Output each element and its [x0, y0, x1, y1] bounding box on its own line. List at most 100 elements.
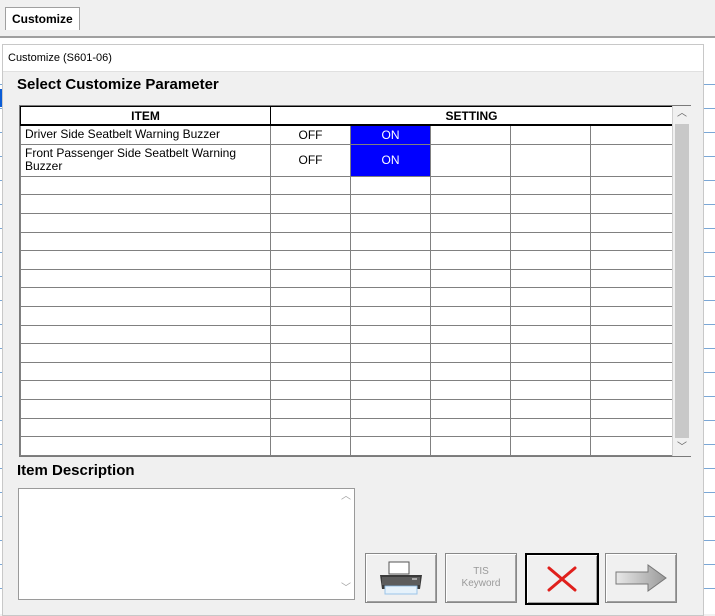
scroll-up-arrow-icon[interactable]: ︿	[338, 489, 354, 505]
scroll-down-arrow-icon[interactable]: ﹀	[338, 581, 354, 597]
setting-off-cell[interactable]: OFF	[270, 143, 351, 177]
item-cell	[20, 212, 271, 233]
tab-customize[interactable]: Customize	[5, 7, 80, 30]
item-cell	[20, 417, 271, 438]
customize-parameter-grid: ITEM SETTING Driver Side Seatbelt Warnin…	[19, 105, 691, 457]
setting-empty-cell	[350, 399, 431, 419]
parameter-table: ITEM SETTING Driver Side Seatbelt Warnin…	[20, 106, 674, 456]
setting-empty-cell	[510, 417, 591, 438]
scrollbar-thumb[interactable]	[675, 124, 689, 438]
setting-empty-cell	[589, 399, 674, 419]
item-cell	[20, 361, 271, 382]
setting-empty-cell	[270, 175, 351, 196]
setting-empty-cell	[510, 194, 591, 214]
setting-empty-cell	[589, 380, 674, 400]
table-row	[20, 417, 674, 438]
setting-empty-cell	[510, 436, 591, 456]
item-cell[interactable]: Front Passenger Side Seatbelt Warning Bu…	[20, 143, 271, 177]
setting-empty-cell	[430, 250, 511, 270]
setting-empty-cell	[430, 343, 511, 363]
setting-empty-cell	[430, 194, 511, 214]
setting-empty-cell	[589, 212, 674, 233]
item-cell	[20, 268, 271, 289]
tis-keyword-label-line2: Keyword	[461, 578, 501, 589]
table-header-row: ITEM SETTING	[20, 106, 674, 126]
setting-empty-cell	[589, 231, 674, 252]
table-row[interactable]: Front Passenger Side Seatbelt Warning Bu…	[20, 143, 674, 177]
setting-empty-cell	[510, 305, 591, 326]
setting-empty-cell	[430, 324, 511, 345]
setting-empty-cell	[510, 124, 591, 145]
table-row	[20, 194, 674, 214]
setting-empty-cell	[430, 268, 511, 289]
item-cell	[20, 250, 271, 270]
setting-empty-cell	[350, 417, 431, 438]
setting-off-cell[interactable]: OFF	[270, 124, 351, 145]
setting-empty-cell	[270, 417, 351, 438]
item-cell	[20, 194, 271, 214]
scroll-up-arrow-icon[interactable]: ︿	[673, 106, 691, 122]
close-button[interactable]	[525, 553, 599, 605]
setting-empty-cell	[510, 380, 591, 400]
print-button[interactable]	[365, 553, 437, 603]
description-scrollbar[interactable]: ︿ ﹀	[338, 489, 354, 599]
setting-empty-cell	[510, 361, 591, 382]
setting-empty-cell	[510, 324, 591, 345]
item-cell	[20, 380, 271, 400]
setting-on-cell[interactable]: ON	[350, 143, 431, 177]
item-cell	[20, 175, 271, 196]
setting-empty-cell	[430, 143, 511, 177]
setting-empty-cell	[430, 287, 511, 307]
table-row	[20, 305, 674, 326]
tis-keyword-button[interactable]: TIS Keyword	[445, 553, 517, 603]
setting-empty-cell	[430, 361, 511, 382]
setting-on-cell[interactable]: ON	[350, 124, 431, 145]
dialog-title: Customize (S601-06)	[8, 52, 112, 64]
table-row[interactable]: Driver Side Seatbelt Warning Buzzer OFF …	[20, 124, 674, 145]
table-row	[20, 436, 674, 456]
setting-empty-cell	[270, 268, 351, 289]
grid-scrollbar[interactable]: ︿ ﹀	[672, 106, 691, 456]
setting-empty-cell	[430, 231, 511, 252]
setting-empty-cell	[510, 399, 591, 419]
setting-empty-cell	[589, 194, 674, 214]
setting-empty-cell	[589, 250, 674, 270]
setting-empty-cell	[350, 324, 431, 345]
item-cell	[20, 399, 271, 419]
setting-empty-cell	[589, 417, 674, 438]
arrow-right-icon	[615, 564, 667, 592]
setting-empty-cell	[270, 194, 351, 214]
item-description-heading: Item Description	[17, 462, 135, 479]
setting-empty-cell	[350, 212, 431, 233]
setting-empty-cell	[510, 143, 591, 177]
table-row	[20, 268, 674, 289]
item-cell[interactable]: Driver Side Seatbelt Warning Buzzer	[20, 124, 271, 145]
setting-empty-cell	[350, 305, 431, 326]
table-row	[20, 231, 674, 252]
table-row	[20, 361, 674, 382]
item-cell	[20, 436, 271, 456]
setting-empty-cell	[589, 143, 674, 177]
scroll-down-arrow-icon[interactable]: ﹀	[673, 440, 691, 456]
setting-empty-cell	[270, 305, 351, 326]
column-header-item: ITEM	[20, 106, 271, 126]
dialog-titlebar: Customize (S601-06)	[3, 45, 703, 72]
item-description-box[interactable]: ︿ ﹀	[18, 488, 355, 600]
select-parameter-heading: Select Customize Parameter	[17, 76, 219, 93]
setting-empty-cell	[350, 175, 431, 196]
setting-empty-cell	[270, 380, 351, 400]
setting-empty-cell	[430, 436, 511, 456]
table-row	[20, 287, 674, 307]
customize-dialog: Customize (S601-06) Select Customize Par…	[2, 44, 704, 616]
setting-empty-cell	[510, 268, 591, 289]
setting-empty-cell	[430, 380, 511, 400]
setting-empty-cell	[589, 436, 674, 456]
next-button[interactable]	[605, 553, 677, 603]
table-row	[20, 212, 674, 233]
setting-empty-cell	[350, 250, 431, 270]
setting-empty-cell	[270, 343, 351, 363]
close-icon	[547, 566, 577, 592]
setting-empty-cell	[350, 287, 431, 307]
setting-empty-cell	[510, 212, 591, 233]
setting-empty-cell	[270, 287, 351, 307]
